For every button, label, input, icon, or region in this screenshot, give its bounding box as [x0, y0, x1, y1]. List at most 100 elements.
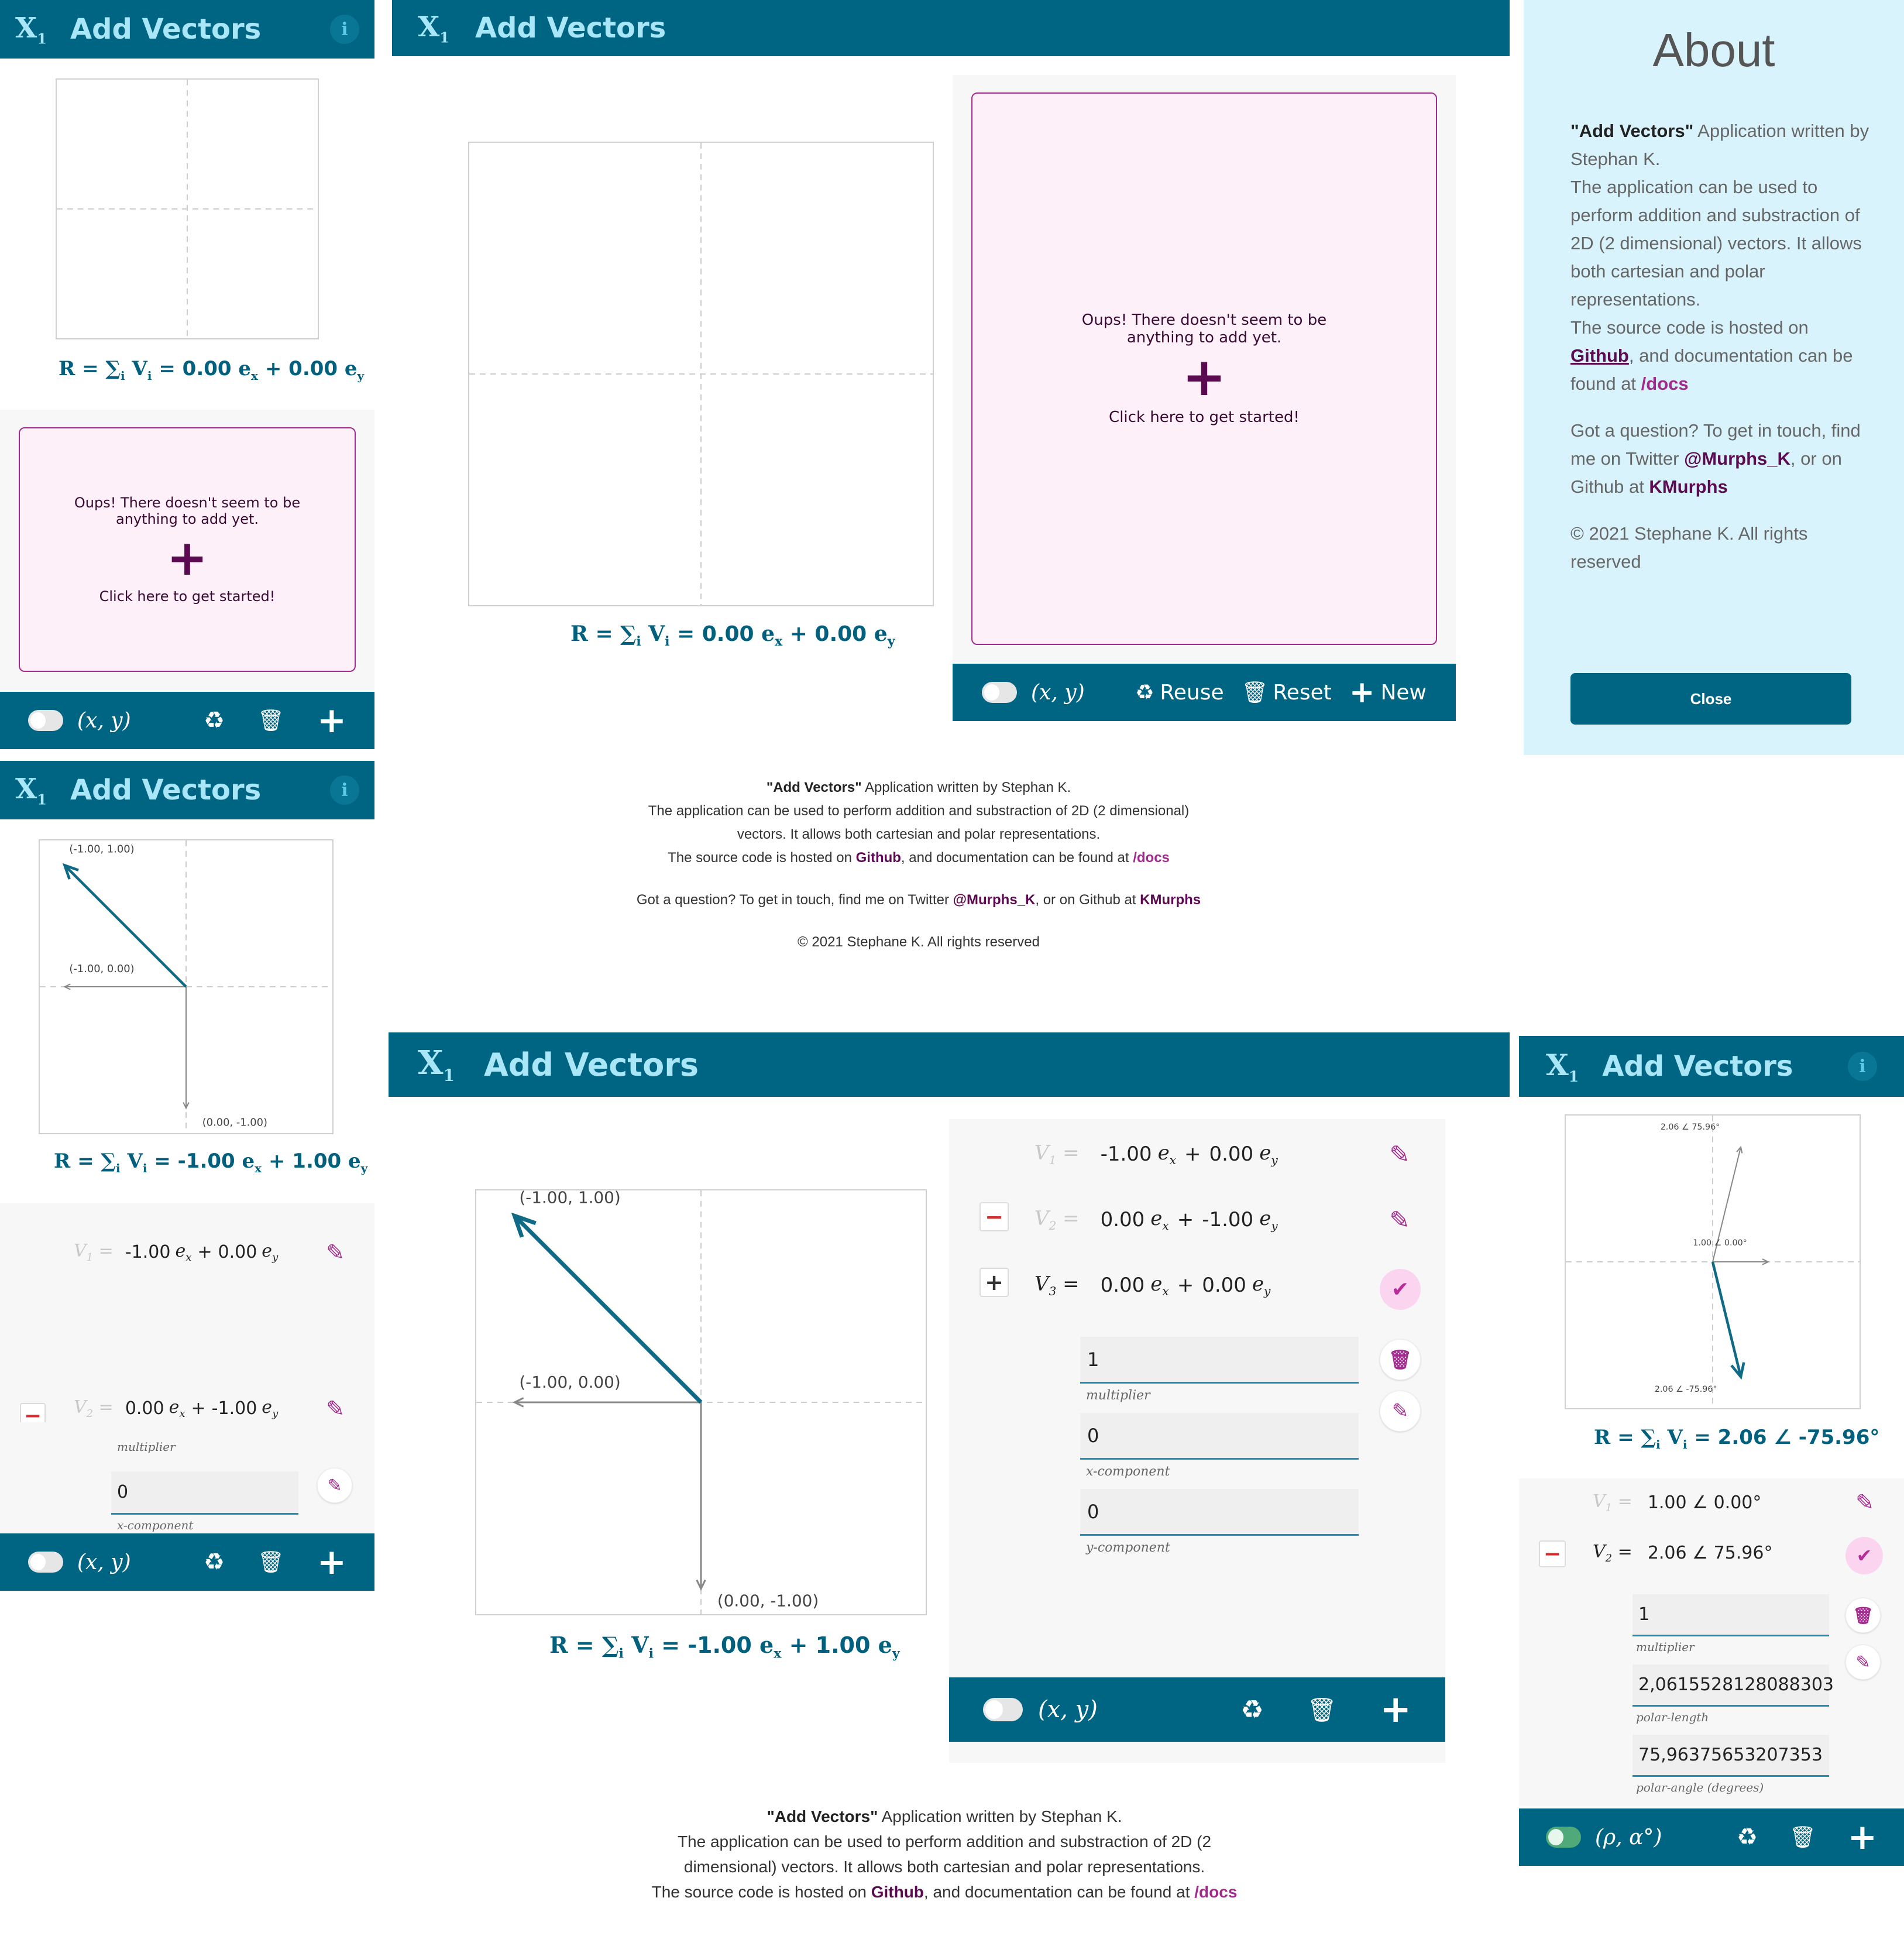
polar-length-input[interactable]: 2,0615528128088303 [1633, 1665, 1834, 1707]
mode-toggle[interactable] [28, 710, 63, 731]
multiplier-input[interactable]: 1 [1633, 1594, 1829, 1636]
pencil-icon[interactable]: ✎ [1383, 1138, 1416, 1171]
vector-row-1: V1 = 1.00 ∠ 0.00° [1593, 1491, 1761, 1514]
reuse-icon[interactable]: ♻ [204, 707, 225, 734]
multiplier-input[interactable]: 1 [1080, 1337, 1359, 1384]
pencil-icon[interactable]: ✎ [321, 1238, 350, 1267]
pencil-icon[interactable]: ✎ [1845, 1645, 1881, 1680]
add-plus-icon[interactable]: + [167, 533, 208, 582]
twitter-link[interactable]: @Murphs_K [1684, 448, 1790, 469]
trash-icon[interactable]: 🗑 [1380, 1339, 1421, 1380]
about-body: "Add Vectors" Application written by Ste… [1570, 117, 1875, 576]
mode-toggle[interactable] [1546, 1827, 1581, 1848]
vector-name: V [74, 1397, 87, 1418]
close-button[interactable]: Close [1570, 673, 1851, 725]
reuse-icon[interactable]: ♻ [204, 1549, 225, 1576]
minus-icon[interactable]: − [1539, 1540, 1566, 1567]
github-link[interactable]: Github [856, 850, 901, 866]
result-x: 0.00 [182, 357, 232, 380]
x-component-label: x-component [1086, 1464, 1170, 1479]
y-component-input[interactable]: 0 [1080, 1489, 1359, 1536]
reuse-icon[interactable]: ♻ [1737, 1824, 1758, 1851]
label-vector-1: (-1.00, 0.00) [519, 1372, 620, 1392]
github-link[interactable]: Github [871, 1883, 924, 1901]
trash-icon[interactable]: 🗑 [1789, 1825, 1816, 1849]
app-header: X1 Add Vectors [389, 1032, 1510, 1097]
bottom-toolbar: (x, y) ♻ 🗑 + [0, 1533, 374, 1591]
plus-icon[interactable]: + [980, 1268, 1009, 1297]
mode-label: (ρ, α°) [1595, 1825, 1662, 1849]
about-line1: "Add Vectors" Application written by Ste… [1570, 117, 1875, 173]
vector-sub: 2 [86, 1408, 94, 1420]
github-link[interactable]: Github [1570, 345, 1629, 366]
logo-x: X [1546, 1048, 1569, 1082]
polar-angle-label: polar-angle (degrees) [1636, 1780, 1764, 1794]
info-icon[interactable]: i [1848, 1052, 1877, 1081]
mode-toggle[interactable] [982, 682, 1017, 703]
polar-angle-input[interactable]: 75,96375653207353 [1633, 1735, 1829, 1777]
empty-message: Oups! There doesn't seem to be anything … [74, 495, 301, 527]
result-prefix: R = ∑ [1594, 1426, 1656, 1449]
ex-symbol: ex [1150, 1207, 1169, 1233]
x-component-input[interactable]: 0 [111, 1471, 298, 1515]
vector-sub: 2 [1049, 1218, 1057, 1233]
about-author: Application written by Stephan K. [861, 780, 1071, 795]
pencil-icon[interactable]: ✎ [1380, 1391, 1421, 1432]
minus-icon[interactable]: − [980, 1202, 1009, 1231]
label-vector-2: (0.00, -1.00) [202, 1116, 267, 1128]
info-icon[interactable]: i [330, 15, 359, 44]
kmurphs-link[interactable]: KMurphs [1140, 892, 1201, 908]
x-component-label: x-component [117, 1518, 194, 1532]
result-ey: e [874, 622, 888, 646]
result-vi-sub: i [665, 634, 670, 650]
new-plus-icon[interactable]: + [317, 1542, 346, 1583]
new-button[interactable]: + New [1349, 675, 1427, 710]
check-icon[interactable]: ✔ [1845, 1537, 1883, 1574]
twitter-link[interactable]: @Murphs_K [953, 892, 1036, 908]
result-formula: R = ∑i Vi = -1.00 ex + 1.00 ey [549, 1632, 900, 1662]
reuse-icon[interactable]: ♻ [1240, 1695, 1263, 1725]
docs-link[interactable]: /docs [1641, 373, 1689, 394]
docs-text: , and documentation can be found at [901, 850, 1133, 866]
mode-toggle[interactable] [983, 1698, 1023, 1721]
logo-x: X [15, 772, 37, 805]
multiplier-label: multiplier [117, 1440, 176, 1454]
x-component-input[interactable]: 0 [1080, 1413, 1359, 1460]
docs-link[interactable]: /docs [1194, 1883, 1237, 1901]
pencil-icon[interactable]: ✎ [321, 1394, 350, 1423]
bottom-toolbar: (ρ, α°) ♻ 🗑 + [1519, 1808, 1904, 1866]
pencil-icon[interactable]: ✎ [1383, 1203, 1416, 1236]
pencil-icon[interactable]: ✎ [317, 1468, 352, 1503]
empty-state-card[interactable]: Oups! There doesn't seem to be anything … [971, 92, 1437, 645]
result-y: 0.00 [288, 357, 338, 380]
result-ey: e [344, 357, 358, 380]
mode-label: (x, y) [77, 1550, 131, 1574]
pencil-icon[interactable]: ✎ [1850, 1488, 1879, 1517]
trash-icon[interactable]: 🗑 [1845, 1598, 1881, 1633]
trash-icon[interactable]: 🗑 [1307, 1696, 1337, 1724]
empty-state-card[interactable]: Oups! There doesn't seem to be anything … [19, 427, 356, 672]
check-icon[interactable]: ✔ [1380, 1269, 1421, 1310]
app-logo-icon: X1 [1546, 1048, 1579, 1085]
trash-icon[interactable]: 🗑 [257, 708, 284, 733]
result-eq: = [661, 1632, 681, 1658]
reset-label: Reset [1273, 680, 1332, 705]
vector-sub: 1 [86, 1251, 94, 1264]
trash-icon[interactable]: 🗑 [257, 1550, 284, 1574]
ey-symbol: ey [262, 1241, 279, 1264]
result-vi: V [648, 622, 665, 646]
new-plus-icon[interactable]: + [1848, 1817, 1877, 1858]
add-plus-icon[interactable]: + [1182, 351, 1226, 404]
mode-toggle[interactable] [28, 1552, 63, 1573]
app-title: Add Vectors [483, 1046, 699, 1083]
result-vi-sub: i [147, 368, 152, 383]
reuse-button[interactable]: ♻ Reuse [1135, 681, 1224, 705]
docs-link[interactable]: /docs [1133, 850, 1170, 866]
new-plus-icon[interactable]: + [1380, 1688, 1411, 1731]
reset-button[interactable]: 🗑 Reset [1242, 680, 1332, 705]
info-icon[interactable]: i [330, 775, 359, 805]
vector-label: V2 = [74, 1397, 114, 1420]
kmurphs-link[interactable]: KMurphs [1649, 476, 1727, 497]
vector-chart: (-1.00, 1.00) (-1.00, 0.00) (0.00, -1.00) [40, 840, 332, 1133]
new-plus-icon[interactable]: + [317, 700, 346, 741]
